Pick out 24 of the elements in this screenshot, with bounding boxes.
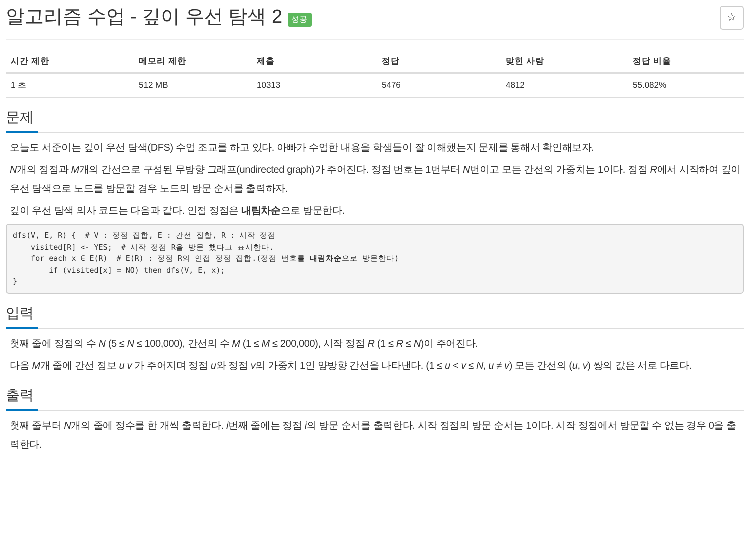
column-header: 맞힌 사람 bbox=[501, 50, 628, 74]
paragraph: 다음 M개 줄에 간선 정보 u v 가 주어지며 정점 u와 정점 v의 가중치 1인 양방향 간선을 나타낸다. (1 ≤ u < v ≤ N, u ≠ v) 모든 간선의 (u, v) 쌍의 값은 서로 다르다. bbox=[9, 360, 693, 374]
favorite-button[interactable]: ☆ bbox=[720, 6, 744, 30]
paragraph: 오늘도 서준이는 깊이 우선 탐색(DFS) 수업 조교를 하고 있다. 아빠가 수업한 내용을 학생들이 잘 이해했는지 문제를 통해서 확인해보자. bbox=[9, 142, 596, 156]
status-badge: 성공 bbox=[288, 13, 312, 28]
column-header: 제출 bbox=[252, 50, 377, 74]
column-header: 메모리 제한 bbox=[134, 50, 252, 74]
section-heading: 입력 bbox=[6, 302, 38, 328]
paragraph: 첫째 줄부터 N개의 줄에 정수를 한 개씩 출력한다. i번째 줄에는 정점 i의 방문 순서를 출력한다. 시작 정점의 방문 순서는 1이다. 시작 정점에서 방문할 수 없는 경우 0을 출력한다. bbox=[9, 420, 738, 452]
section-heading: 문제 bbox=[6, 107, 38, 133]
paragraph: 첫째 줄에 정점의 수 N (5 ≤ N ≤ 100,000), 간선의 수 M (1 ≤ M ≤ 200,000), 시작 정점 R (1 ≤ R ≤ N)이 주어진다. bbox=[9, 338, 480, 352]
table-cell: 512 MB bbox=[134, 73, 252, 98]
table-cell: 4812 bbox=[501, 73, 628, 98]
section-heading: 출력 bbox=[6, 384, 38, 410]
paragraph: 깊이 우선 탐색 의사 코드는 다음과 같다. 인접 정점은 내림차순으로 방문한다. bbox=[9, 205, 346, 219]
table-cell: 1 초 bbox=[6, 73, 134, 98]
table-cell: 5476 bbox=[377, 73, 501, 98]
table-cell: 55.082% bbox=[628, 73, 744, 98]
page-title: 알고리즘 수업 - 깊이 우선 탐색 2 bbox=[6, 6, 283, 30]
column-header: 정답 bbox=[377, 50, 501, 74]
paragraph: N개의 정점과 M개의 간선으로 구성된 무방향 그래프(undirected graph)가 주어진다. 정점 번호는 1번부터 N번이고 모든 간선의 가중치는 1이다. 정점 R에서 시작하여 깊이 우선 탐색으로 노드를 방문할 경우 노드의 방문 순서를 출력하자. bbox=[9, 164, 742, 197]
table-cell: 10313 bbox=[252, 73, 377, 98]
column-header: 정답 비율 bbox=[628, 50, 744, 74]
column-header: 시간 제한 bbox=[6, 50, 134, 74]
